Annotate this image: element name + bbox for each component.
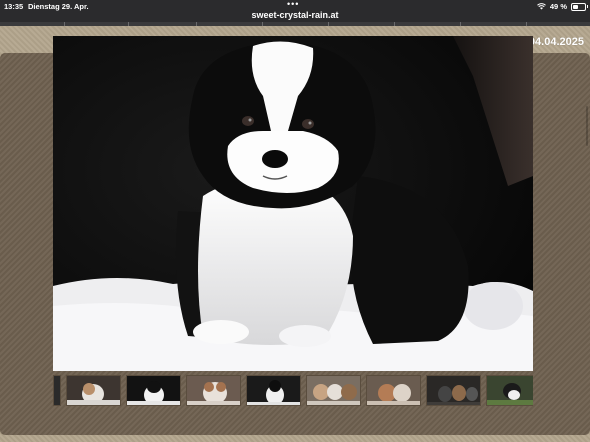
puppy-thumbnail-2[interactable] (66, 375, 121, 406)
multitasking-dots-icon[interactable]: ••• (287, 0, 299, 9)
battery-icon (571, 2, 588, 11)
thumb-image (487, 376, 533, 405)
status-bar: 13:35 Dienstag 29. Apr. ••• sweet-crysta… (0, 0, 590, 24)
url-label[interactable]: sweet-crystal-rain.at (0, 10, 590, 20)
thumb-image (247, 376, 300, 405)
puppy-thumbnail-5[interactable] (246, 375, 301, 406)
battery-percent: 49 % (549, 2, 567, 11)
puppy-thumbnail-1[interactable] (53, 375, 61, 406)
status-right: 49 % (537, 2, 588, 11)
main-puppy-photo[interactable] (53, 36, 533, 371)
thumb-image (67, 376, 120, 405)
thumb-image (307, 376, 360, 405)
thumb-image (127, 376, 180, 405)
puppy-thumbnail-9[interactable] (486, 375, 533, 406)
puppy-thumbnail-7[interactable] (366, 375, 421, 406)
thumb-image (187, 376, 240, 405)
thumb-image (427, 376, 480, 405)
scroll-indicator[interactable] (586, 106, 588, 146)
puppy-image (53, 36, 533, 371)
thumb-image (367, 376, 420, 405)
wifi-icon (537, 3, 546, 10)
puppy-thumbnail-4[interactable] (186, 375, 241, 406)
puppy-thumbnail-8[interactable] (426, 375, 481, 406)
puppy-thumbnail-3[interactable] (126, 375, 181, 406)
thumbnail-strip (53, 375, 533, 406)
puppy-thumbnail-6[interactable] (306, 375, 361, 406)
